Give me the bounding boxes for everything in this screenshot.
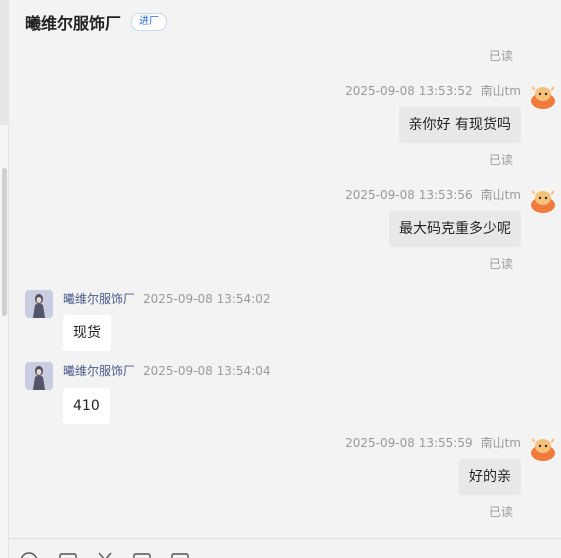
message-time: 2025-09-08 13:53:52 [345,84,473,98]
emoji-icon[interactable] [19,551,39,558]
user-avatar[interactable] [529,434,557,462]
image-icon[interactable] [58,551,78,558]
message-sender[interactable]: 曦维尔服饰厂 [63,292,135,306]
chat-header: 曦维尔服饰厂 进厂 [9,0,561,44]
user-avatar[interactable] [529,186,557,214]
message-bubble[interactable]: 亲你好 有现货吗 [398,107,521,143]
read-status: 已读 [488,257,513,271]
chat-history-icon[interactable] [170,551,190,558]
message-sender: 南山tm [480,436,521,450]
factory-tag[interactable]: 进厂 [131,13,168,31]
scissors-icon[interactable] [95,551,115,558]
factory-avatar[interactable] [25,290,53,318]
message-sender[interactable]: 曦维尔服饰厂 [63,364,135,378]
message-meta: 2025-09-08 13:53:56 南山tm [345,186,521,203]
folder-icon[interactable] [132,551,152,558]
message-time: 2025-09-08 13:55:59 [345,436,473,450]
message-sender: 南山tm [480,84,521,98]
message-sender: 南山tm [480,188,521,202]
message-meta: 2025-09-08 13:53:52 南山tm [345,82,521,99]
input-toolbar [9,539,561,558]
message-meta: 曦维尔服饰厂 2025-09-08 13:54:04 [63,362,270,379]
message-time: 2025-09-08 13:54:04 [143,364,271,378]
message-time: 2025-09-08 13:53:56 [345,188,473,202]
left-panel-block [0,0,9,125]
message-bubble[interactable]: 最大码克重多少呢 [389,211,521,247]
chat-title: 曦维尔服饰厂 [25,14,122,33]
message-meta: 曦维尔服饰厂 2025-09-08 13:54:02 [63,290,270,307]
read-status: 已读 [488,49,513,63]
message-bubble[interactable]: 410 [63,388,110,424]
message-list[interactable]: 已读 2025-09-08 13:53:52 南山tm 亲你好 有现货吗 已读 2… [9,44,561,536]
message-meta: 2025-09-08 13:55:59 南山tm [345,434,521,451]
message-time: 2025-09-08 13:54:02 [143,292,271,306]
read-status: 已读 [488,505,513,519]
factory-avatar[interactable] [25,362,53,390]
message-bubble[interactable]: 现货 [63,315,111,351]
scrollbar-thumb[interactable] [2,168,7,316]
read-status: 已读 [488,153,513,167]
message-bubble[interactable]: 好的亲 [459,459,521,495]
user-avatar[interactable] [529,82,557,110]
left-panel-edge [0,0,9,558]
